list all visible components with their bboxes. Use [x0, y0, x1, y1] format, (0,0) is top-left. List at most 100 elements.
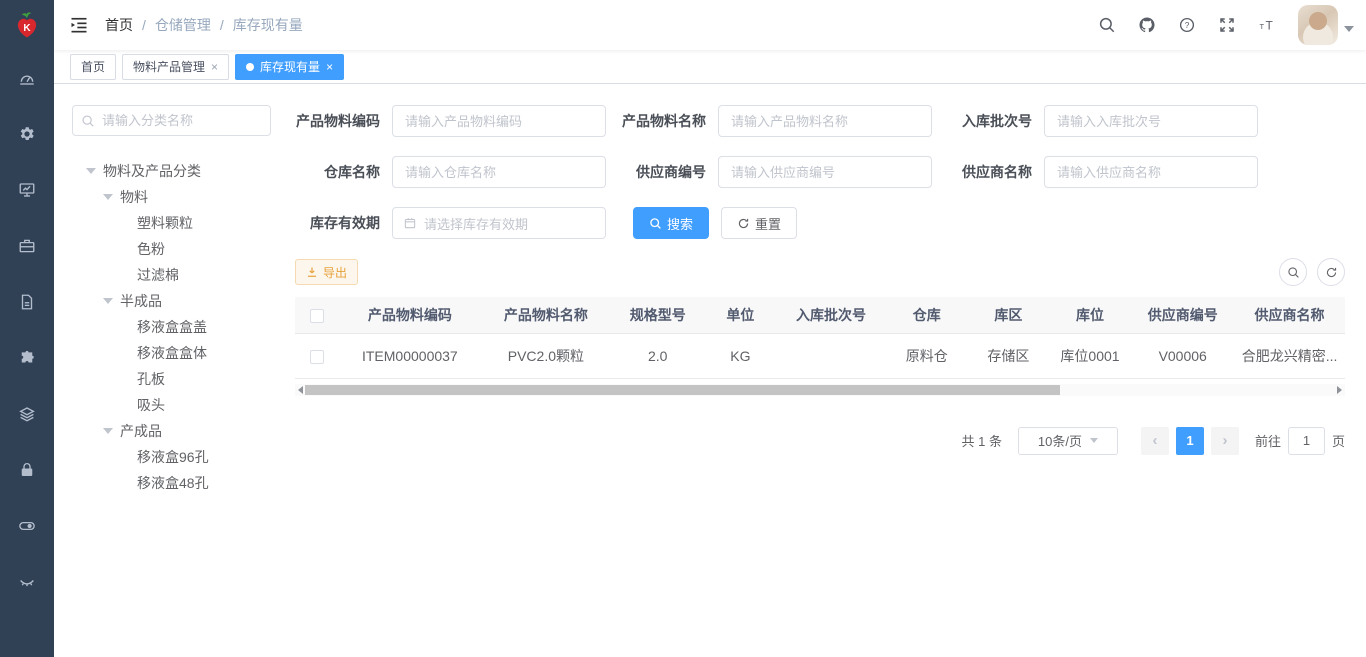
tab-label: 物料产品管理	[133, 58, 205, 75]
tab-current[interactable]: 库存现有量 ×	[235, 54, 344, 80]
breadcrumb-home[interactable]: 首页	[105, 15, 133, 35]
tree-node[interactable]: 移液盒盒盖	[72, 314, 271, 340]
caret-down-icon	[86, 168, 96, 174]
category-search-input[interactable]	[102, 113, 262, 128]
caret-down-icon	[103, 428, 113, 434]
export-button[interactable]: 导出	[295, 259, 358, 285]
svg-text:T: T	[1260, 22, 1265, 31]
tree-node[interactable]: 吸头	[72, 392, 271, 418]
inbound-batch-no-input[interactable]	[1044, 105, 1258, 137]
sidebar: K	[0, 0, 54, 657]
export-button-label: 导出	[323, 264, 347, 281]
product-material-name-input[interactable]	[718, 105, 932, 137]
table-cell: V00006	[1131, 333, 1234, 378]
product-material-code-input[interactable]	[392, 105, 606, 137]
tree-node-label: 孔板	[137, 369, 165, 389]
tab-home[interactable]: 首页	[70, 54, 116, 80]
tree-node[interactable]: 物料	[72, 184, 271, 210]
inventory-table: 产品物料编码产品物料名称规格型号单位入库批次号仓库库区库位供应商编号供应商名称I…	[295, 297, 1345, 396]
scrollbar-thumb[interactable]	[305, 385, 1060, 395]
table-cell: 合肥龙兴精密...	[1234, 333, 1345, 378]
tree-expand-icon	[103, 194, 120, 200]
page-number-1[interactable]: 1	[1176, 427, 1204, 455]
tree-node[interactable]: 物料及产品分类	[72, 158, 271, 184]
horizontal-scrollbar	[295, 384, 1345, 396]
tree-node[interactable]: 塑料颗粒	[72, 210, 271, 236]
breadcrumb-separator: /	[142, 17, 146, 33]
goto-page-input[interactable]	[1288, 427, 1325, 455]
breadcrumb: 首页 / 仓储管理 / 库存现有量	[105, 15, 303, 35]
help-icon[interactable]: ?	[1172, 10, 1202, 40]
toggle-icon[interactable]	[0, 498, 54, 554]
tree-node-label: 物料及产品分类	[103, 161, 201, 181]
pagination-total: 共 1 条	[962, 431, 1002, 450]
warehouse-name-input[interactable]	[392, 156, 606, 188]
breadcrumb-current: 库存现有量	[233, 15, 303, 35]
toggle-search-button[interactable]	[1279, 258, 1307, 286]
reset-button-label: 重置	[755, 214, 781, 233]
next-page-button[interactable]: ›	[1211, 427, 1239, 455]
user-menu[interactable]	[1298, 5, 1354, 45]
prev-page-button[interactable]: ‹	[1141, 427, 1169, 455]
settings-icon[interactable]	[0, 106, 54, 162]
breadcrumb-separator: /	[220, 17, 224, 33]
supplier-name-input[interactable]	[1044, 156, 1258, 188]
layers-icon[interactable]	[0, 386, 54, 442]
tab-item-1[interactable]: 物料产品管理 ×	[122, 54, 229, 80]
row-checkbox-cell	[295, 333, 339, 378]
tree-node-label: 半成品	[120, 291, 162, 311]
warehouse-name-label: 仓库名称	[295, 162, 392, 182]
plugin-icon[interactable]	[0, 330, 54, 386]
stock-expiry-label: 库存有效期	[295, 213, 392, 233]
column-header: 规格型号	[611, 297, 704, 333]
caret-down-icon	[103, 194, 113, 200]
filter-item-inbound-batch-no: 入库批次号	[947, 105, 1258, 137]
document-icon[interactable]	[0, 274, 54, 330]
table-cell: 原料仓	[885, 333, 968, 378]
filter-item-supplier-code: 供应商编号	[621, 156, 932, 188]
refresh-table-button[interactable]	[1317, 258, 1345, 286]
row-checkbox[interactable]	[310, 350, 324, 364]
select-all-checkbox[interactable]	[310, 309, 324, 323]
search-icon[interactable]	[1092, 10, 1122, 40]
tree-node[interactable]: 色粉	[72, 236, 271, 262]
svg-text:K: K	[23, 23, 31, 34]
tree-node[interactable]: 孔板	[72, 366, 271, 392]
page-size-select[interactable]: 10条/页	[1018, 427, 1118, 455]
tab-label: 库存现有量	[260, 58, 320, 75]
tree-node-label: 吸头	[137, 395, 165, 415]
tab-close-icon[interactable]: ×	[211, 61, 218, 73]
goto-label: 前往	[1255, 431, 1281, 450]
fullscreen-icon[interactable]	[1212, 10, 1242, 40]
tree-node-label: 移液盒48孔	[137, 473, 209, 493]
dashboard-icon[interactable]	[0, 50, 54, 106]
eye-closed-icon[interactable]	[0, 554, 54, 610]
app-logo[interactable]: K	[0, 0, 54, 50]
toolbar-right	[1279, 258, 1345, 286]
sidebar-toggle-icon[interactable]	[69, 15, 89, 35]
toolbox-icon[interactable]	[0, 218, 54, 274]
tab-label: 首页	[81, 58, 105, 75]
github-icon[interactable]	[1132, 10, 1162, 40]
table-cell: KG	[704, 333, 777, 378]
supplier-code-input[interactable]	[718, 156, 932, 188]
font-size-icon[interactable]: T T	[1252, 10, 1282, 40]
page-size-value: 10条/页	[1038, 431, 1082, 450]
tree-node[interactable]: 产成品	[72, 418, 271, 444]
tab-close-icon[interactable]: ×	[326, 61, 333, 73]
lock-icon[interactable]	[0, 442, 54, 498]
tree-node[interactable]: 移液盒96孔	[72, 444, 271, 470]
tree-node[interactable]: 过滤棉	[72, 262, 271, 288]
tree-node[interactable]: 移液盒盒体	[72, 340, 271, 366]
scroll-right-icon[interactable]	[1337, 386, 1342, 394]
stock-expiry-date-picker[interactable]: 请选择库存有效期	[392, 207, 606, 239]
active-tab-dot	[246, 63, 254, 71]
reset-button[interactable]: 重置	[721, 207, 797, 239]
table-row[interactable]: ITEM00000037PVC2.0颗粒2.0KG原料仓存储区库位0001V00…	[295, 333, 1345, 378]
search-button[interactable]: 搜索	[633, 207, 709, 239]
avatar[interactable]	[1298, 5, 1338, 45]
tree-node[interactable]: 半成品	[72, 288, 271, 314]
table-cell: ITEM00000037	[339, 333, 480, 378]
tree-node[interactable]: 移液盒48孔	[72, 470, 271, 496]
monitor-icon[interactable]	[0, 162, 54, 218]
